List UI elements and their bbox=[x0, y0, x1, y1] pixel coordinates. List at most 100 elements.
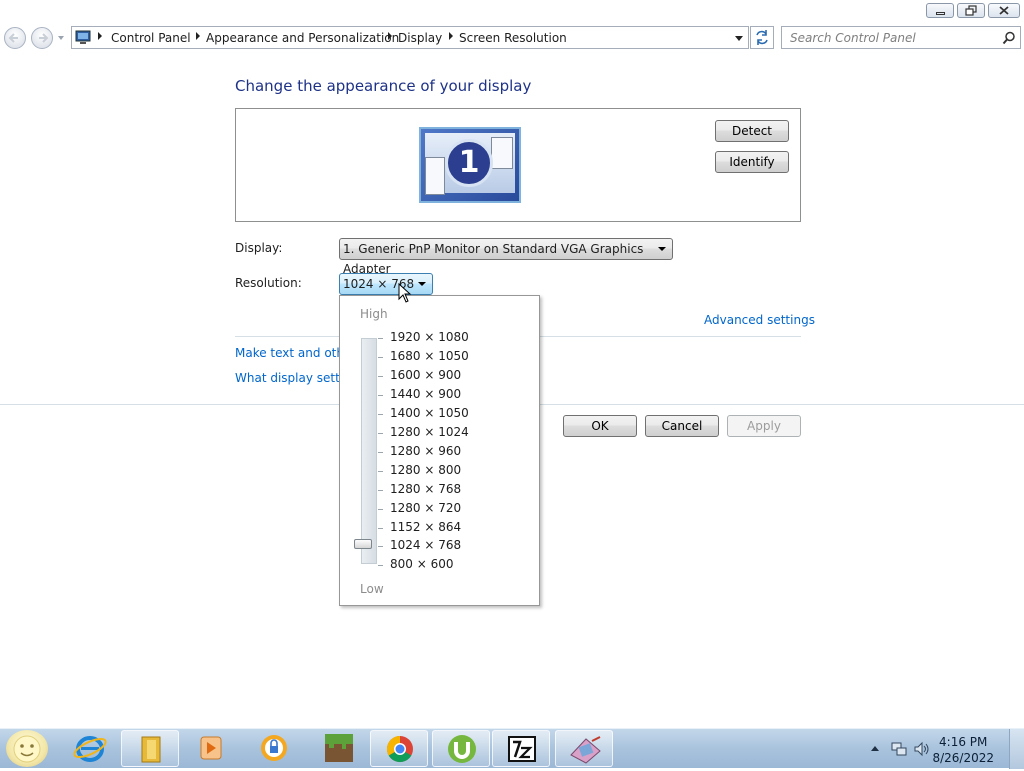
forward-button[interactable] bbox=[31, 27, 53, 49]
back-arrow-icon bbox=[8, 33, 18, 43]
start-orb-icon[interactable] bbox=[6, 730, 48, 767]
slider-tick bbox=[378, 509, 383, 510]
page-title: Change the appearance of your display bbox=[235, 77, 532, 95]
close-button[interactable] bbox=[988, 3, 1020, 18]
close-icon bbox=[999, 6, 1009, 15]
monitor-1-icon[interactable]: 1 bbox=[419, 127, 521, 203]
slider-tick bbox=[378, 395, 383, 396]
utorrent-icon bbox=[448, 735, 476, 763]
apply-button[interactable]: Apply bbox=[727, 415, 801, 437]
show-desktop-button[interactable] bbox=[1009, 729, 1024, 769]
resolution-select[interactable]: 1024 × 768 bbox=[339, 273, 433, 295]
resolution-option[interactable]: 1280 × 960 bbox=[390, 444, 461, 458]
resolution-slider-track[interactable] bbox=[361, 338, 377, 564]
taskbar-media-player[interactable] bbox=[182, 730, 240, 767]
breadcrumb-appearance[interactable]: Appearance and Personalization bbox=[206, 31, 399, 45]
slider-tick bbox=[378, 546, 383, 547]
restore-icon bbox=[965, 5, 977, 16]
slider-tick bbox=[378, 338, 383, 339]
slider-high-label: High bbox=[360, 307, 388, 321]
network-icon[interactable] bbox=[890, 741, 908, 757]
search-icon[interactable] bbox=[1002, 31, 1016, 45]
detect-button[interactable]: Detect bbox=[715, 120, 789, 142]
resolution-option[interactable]: 1920 × 1080 bbox=[390, 330, 469, 344]
chevron-down-icon bbox=[658, 247, 666, 251]
window-thumbnail bbox=[491, 137, 513, 169]
taskbar-chrome[interactable] bbox=[370, 730, 428, 767]
resolution-dropdown: High 1920 × 1080 1680 × 1050 1600 × 900 144… bbox=[339, 295, 540, 606]
mouse-cursor-icon bbox=[398, 283, 412, 303]
back-button[interactable] bbox=[4, 27, 26, 49]
resolution-option[interactable]: 1440 × 900 bbox=[390, 387, 461, 401]
identify-button[interactable]: Identify bbox=[715, 151, 789, 173]
taskbar: 4:16 PM 8/26/2022 bbox=[0, 728, 1024, 769]
resolution-option[interactable]: 1280 × 1024 bbox=[390, 425, 469, 439]
breadcrumb-separator bbox=[98, 32, 102, 40]
file-explorer-icon bbox=[141, 736, 161, 763]
monitor-preview-panel: 1 Detect Identify bbox=[235, 108, 801, 222]
resolution-option[interactable]: 1152 × 864 bbox=[390, 520, 461, 534]
forward-arrow-icon bbox=[39, 33, 49, 43]
monitor-number-badge: 1 bbox=[445, 139, 493, 187]
resolution-option[interactable]: 1680 × 1050 bbox=[390, 349, 469, 363]
refresh-button[interactable] bbox=[750, 26, 774, 49]
window-thumbnail bbox=[425, 157, 445, 195]
breadcrumb-separator bbox=[449, 32, 453, 40]
volume-icon[interactable] bbox=[913, 741, 931, 757]
taskbar-clock[interactable]: 4:16 PM 8/26/2022 bbox=[932, 734, 994, 766]
search-input[interactable]: Search Control Panel bbox=[790, 31, 916, 45]
monitor-number: 1 bbox=[458, 145, 480, 180]
resolution-option[interactable]: 1600 × 900 bbox=[390, 368, 461, 382]
taskbar-utorrent[interactable] bbox=[432, 730, 490, 767]
breadcrumb-separator bbox=[196, 32, 200, 40]
ok-button[interactable]: OK bbox=[563, 415, 637, 437]
taskbar-internet-explorer[interactable] bbox=[61, 730, 119, 767]
lock-app-icon bbox=[261, 735, 287, 761]
address-dropdown-icon[interactable] bbox=[735, 36, 743, 41]
cancel-button[interactable]: Cancel bbox=[645, 415, 719, 437]
display-select[interactable]: 1. Generic PnP Monitor on Standard VGA G… bbox=[339, 238, 673, 276]
refresh-icon bbox=[756, 30, 768, 45]
chrome-icon bbox=[386, 735, 413, 763]
slider-tick bbox=[378, 433, 383, 434]
chevron-down-icon bbox=[418, 282, 426, 286]
taskbar-7zip[interactable] bbox=[492, 730, 550, 767]
smiley-icon bbox=[13, 735, 41, 763]
resolution-option[interactable]: 1024 × 768 bbox=[390, 538, 461, 552]
recent-pages-dropdown[interactable] bbox=[58, 36, 64, 40]
resolution-option[interactable]: 1280 × 768 bbox=[390, 482, 461, 496]
address-bar[interactable]: Control Panel Appearance and Personaliza… bbox=[71, 26, 749, 49]
clock-time: 4:16 PM bbox=[939, 735, 988, 749]
minecraft-icon bbox=[325, 734, 353, 762]
resolution-option[interactable]: 800 × 600 bbox=[390, 557, 454, 571]
breadcrumb-control-panel[interactable]: Control Panel bbox=[111, 31, 191, 45]
breadcrumb-display[interactable]: Display bbox=[398, 31, 442, 45]
search-box[interactable]: Search Control Panel bbox=[781, 26, 1021, 49]
taskbar-minecraft[interactable] bbox=[309, 730, 367, 767]
slider-tick bbox=[378, 490, 383, 491]
resolution-option[interactable]: 1280 × 800 bbox=[390, 463, 461, 477]
internet-explorer-icon bbox=[73, 736, 107, 762]
slider-tick bbox=[378, 452, 383, 453]
slider-tick bbox=[378, 376, 383, 377]
breadcrumb-separator bbox=[388, 32, 392, 40]
display-label: Display: bbox=[235, 241, 283, 255]
resolution-option[interactable]: 1400 × 1050 bbox=[390, 406, 469, 420]
control-panel-icon bbox=[75, 30, 91, 44]
paint-app-icon bbox=[570, 736, 601, 764]
taskbar-paint-app[interactable] bbox=[555, 730, 613, 767]
taskbar-lock-app[interactable] bbox=[245, 730, 303, 767]
resolution-slider-thumb[interactable] bbox=[354, 539, 372, 549]
minimize-icon bbox=[936, 12, 945, 15]
resolution-option[interactable]: 1280 × 720 bbox=[390, 501, 461, 515]
clock-date: 8/26/2022 bbox=[932, 751, 994, 765]
slider-tick bbox=[378, 471, 383, 472]
restore-button[interactable] bbox=[957, 3, 985, 18]
show-hidden-icons-button[interactable] bbox=[871, 746, 879, 751]
advanced-settings-link[interactable]: Advanced settings bbox=[704, 313, 815, 327]
slider-tick bbox=[378, 357, 383, 358]
breadcrumb-screen-resolution[interactable]: Screen Resolution bbox=[459, 31, 567, 45]
display-select-value: 1. Generic PnP Monitor on Standard VGA G… bbox=[343, 242, 644, 276]
minimize-button[interactable] bbox=[926, 3, 954, 18]
taskbar-file-explorer[interactable] bbox=[121, 730, 179, 767]
